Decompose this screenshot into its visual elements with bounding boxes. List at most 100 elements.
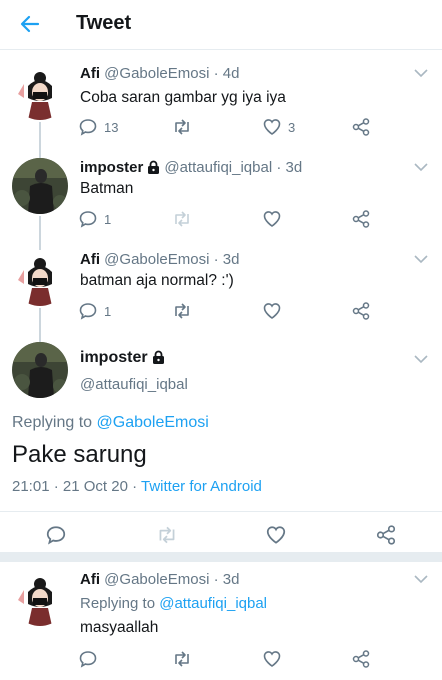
retweet-icon: [175, 211, 189, 227]
chevron-down-icon[interactable]: [414, 162, 428, 172]
retweet-icon: [175, 651, 189, 667]
user-handle[interactable]: @attaufiqi_iqbal: [164, 159, 272, 176]
tweet-source-link[interactable]: Twitter for Android: [141, 478, 262, 495]
like-button[interactable]: [262, 300, 282, 322]
share-icon: [352, 650, 370, 668]
avatar-imposter[interactable]: [12, 342, 68, 398]
reply-count: 13: [104, 119, 119, 135]
retweet-button[interactable]: [171, 116, 199, 138]
chevron-down-icon[interactable]: [414, 574, 428, 584]
tweet-text: Coba saran gambar yg iya iya: [80, 89, 286, 106]
replying-to-link[interactable]: @GaboleEmosi: [97, 414, 209, 431]
thread-connector: [39, 334, 41, 342]
thread-tweet-1[interactable]: Afi @GaboleEmosi · 4d Coba saran gambar …: [0, 56, 442, 156]
reply-icon: [46, 526, 66, 545]
avatar-afi[interactable]: [12, 250, 68, 306]
user-handle[interactable]: @GaboleEmosi: [104, 65, 209, 82]
user-handle[interactable]: @GaboleEmosi: [104, 251, 209, 268]
reply-icon: [79, 651, 97, 668]
main-user-handle[interactable]: @attaufiqi_iqbal: [80, 376, 188, 393]
retweet-icon: [175, 119, 189, 135]
tweet-header: Afi @GaboleEmosi · 3d: [80, 251, 239, 268]
share-icon: [376, 525, 396, 545]
tweet-actions: 13 3: [78, 116, 378, 138]
tweet-time: · 3d: [213, 251, 240, 268]
reply-count: 1: [104, 303, 112, 319]
display-name[interactable]: Afi: [80, 251, 100, 268]
display-name[interactable]: Afi: [80, 65, 100, 82]
tweet-timestamp: 21:01 · 21 Oct 20 · Twitter for Android: [12, 478, 262, 495]
tweet-time: · 3d: [276, 159, 303, 176]
heart-icon: [263, 651, 281, 667]
display-name[interactable]: Afi: [80, 571, 100, 588]
share-icon: [352, 302, 370, 320]
tweet-actions: [78, 648, 378, 670]
heart-icon: [263, 119, 281, 135]
replying-to: Replying to @attaufiqi_iqbal: [80, 595, 267, 612]
page-title: Tweet: [76, 12, 132, 34]
chevron-down-icon[interactable]: [414, 354, 428, 364]
avatar-afi[interactable]: [12, 64, 68, 120]
reply-icon: [79, 119, 97, 136]
share-button[interactable]: [351, 648, 371, 670]
share-button[interactable]: [351, 300, 371, 322]
thread-connector: [39, 242, 41, 250]
tweet-header: imposter @attaufiqi_iqbal · 3d: [80, 159, 302, 176]
retweet-button: [171, 208, 193, 230]
tweet-header: Afi @GaboleEmosi · 3d: [80, 571, 239, 588]
main-display-name[interactable]: imposter: [80, 349, 169, 367]
like-button[interactable]: 3: [262, 116, 295, 138]
main-tweet-text: Pake sarung: [12, 441, 147, 468]
share-button[interactable]: [351, 208, 371, 230]
thread-tweet-2[interactable]: imposter @attaufiqi_iqbal · 3d Batman 1: [0, 150, 442, 246]
reply-tweet[interactable]: Afi @GaboleEmosi · 3d Replying to @attau…: [0, 562, 442, 680]
tweet-time: · 4d: [213, 65, 240, 82]
share-button[interactable]: [375, 524, 397, 546]
replying-to-label: Replying to: [12, 414, 93, 431]
replying-to: Replying to @GaboleEmosi: [12, 414, 209, 432]
heart-icon: [266, 526, 286, 544]
like-button[interactable]: [265, 524, 287, 546]
top-bar: Tweet: [0, 0, 442, 50]
avatar-afi[interactable]: [12, 570, 68, 626]
lock-icon: [152, 350, 164, 364]
retweet-icon: [159, 526, 175, 544]
reply-count: 1: [104, 211, 112, 227]
avatar-imposter[interactable]: [12, 158, 68, 214]
chevron-down-icon[interactable]: [414, 68, 428, 78]
share-button[interactable]: [351, 116, 371, 138]
display-name[interactable]: imposter: [80, 349, 148, 366]
share-icon: [352, 210, 370, 228]
retweet-button: [155, 524, 179, 546]
reply-button[interactable]: [78, 648, 98, 670]
heart-icon: [263, 211, 281, 227]
share-icon: [352, 118, 370, 136]
thread-tweet-3[interactable]: Afi @GaboleEmosi · 3d batman aja normal?…: [0, 242, 442, 342]
lock-icon: [148, 160, 160, 174]
display-name[interactable]: imposter: [80, 159, 143, 176]
back-arrow-icon[interactable]: [18, 12, 42, 36]
tweet-time: · 3d: [213, 571, 240, 588]
replying-to-link[interactable]: @attaufiqi_iqbal: [159, 595, 267, 612]
reply-button[interactable]: 13: [78, 116, 118, 138]
retweet-button[interactable]: [171, 300, 193, 322]
replying-to-label: Replying to: [80, 595, 156, 612]
reply-button[interactable]: 1: [78, 300, 111, 322]
thread-connector: [39, 150, 41, 158]
tweet-header: Afi @GaboleEmosi · 4d: [80, 65, 239, 82]
reply-button[interactable]: [45, 524, 67, 546]
reply-button[interactable]: 1: [78, 208, 111, 230]
like-count: 3: [288, 119, 296, 135]
like-button[interactable]: [262, 648, 282, 670]
chevron-down-icon[interactable]: [414, 254, 428, 264]
tweet-text: Batman: [80, 180, 134, 197]
like-button[interactable]: [262, 208, 282, 230]
tweet-text: masyaallah: [80, 619, 159, 636]
reply-icon: [79, 303, 97, 320]
reply-icon: [79, 211, 97, 228]
main-tweet-actions: [0, 522, 442, 550]
heart-icon: [263, 303, 281, 319]
user-handle[interactable]: @GaboleEmosi: [104, 571, 209, 588]
tweet-actions: 1: [78, 300, 378, 322]
retweet-button[interactable]: [171, 648, 193, 670]
